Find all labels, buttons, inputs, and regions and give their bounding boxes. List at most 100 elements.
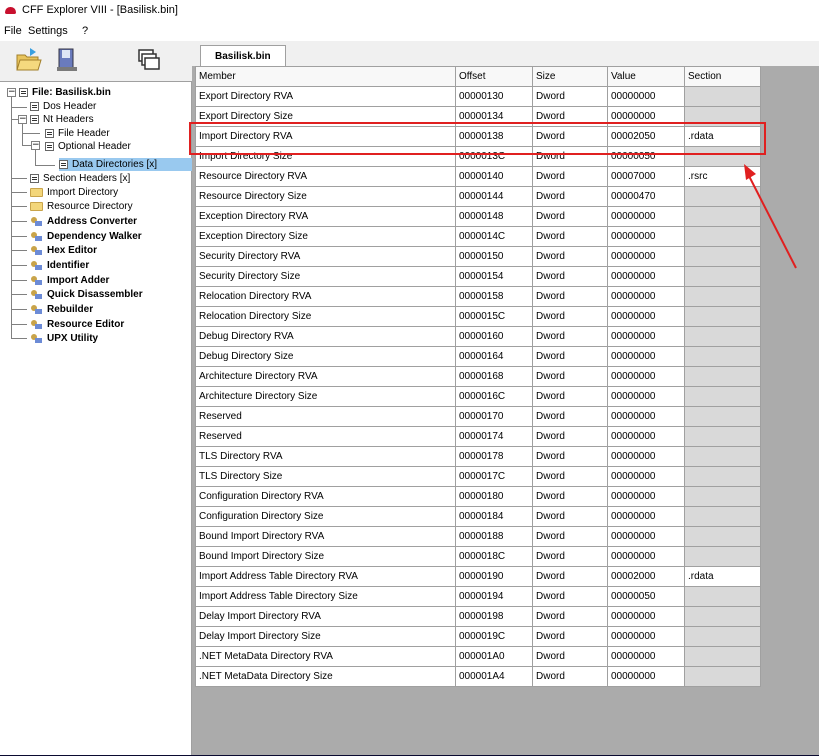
cell-value[interactable]: 00000470 bbox=[607, 186, 685, 207]
table-row[interactable]: Configuration Directory RVA 00000180 Dword… bbox=[195, 486, 761, 507]
tree-item-upx-utility[interactable]: UPX Utility bbox=[30, 332, 100, 345]
column-header-section[interactable]: Section bbox=[684, 66, 761, 87]
cell-value[interactable]: 00000050 bbox=[607, 586, 685, 607]
toolbar bbox=[0, 41, 192, 81]
table-row[interactable]: Reserved 00000170 Dword 00000000 bbox=[195, 406, 761, 427]
cell-value[interactable]: 00000000 bbox=[607, 286, 685, 307]
table-row[interactable]: Resource Directory Size 00000144 Dword 0000… bbox=[195, 186, 761, 207]
tree-item-resource-editor[interactable]: Resource Editor bbox=[30, 318, 126, 331]
tree-item-file-header[interactable]: File Header bbox=[45, 127, 112, 140]
cell-value[interactable]: 00000000 bbox=[607, 606, 685, 627]
table-row[interactable]: Security Directory RVA 00000150 Dword 00000… bbox=[195, 246, 761, 267]
cell-value[interactable]: 00000000 bbox=[607, 626, 685, 647]
collapse-icon[interactable]: − bbox=[7, 88, 16, 97]
table-row[interactable]: Architecture Directory RVA 00000168 Dword 0… bbox=[195, 366, 761, 387]
table-row[interactable]: TLS Directory RVA 00000178 Dword 00000000 bbox=[195, 446, 761, 467]
cell-value[interactable]: 00000000 bbox=[607, 466, 685, 487]
table-row[interactable]: Delay Import Directory RVA 00000198 Dword 0… bbox=[195, 606, 761, 627]
cell-value[interactable]: 00000000 bbox=[607, 426, 685, 447]
cell-offset: 00000188 bbox=[455, 526, 533, 547]
cell-value[interactable]: 00000000 bbox=[607, 506, 685, 527]
tree-item-data-directories[interactable]: Data Directories [x] bbox=[59, 158, 192, 171]
cell-section bbox=[684, 426, 761, 447]
cell-value[interactable]: 00000000 bbox=[607, 246, 685, 267]
tree-item-quick-disassembler[interactable]: Quick Disassembler bbox=[30, 288, 145, 301]
cell-offset: 00000180 bbox=[455, 486, 533, 507]
tree-item-optional-header[interactable]: Optional Header bbox=[45, 140, 133, 153]
menu-file[interactable]: File bbox=[4, 25, 22, 37]
save-icon[interactable] bbox=[52, 45, 82, 75]
table-row[interactable]: Reserved 00000174 Dword 00000000 bbox=[195, 426, 761, 447]
collapse-icon[interactable]: − bbox=[31, 141, 40, 150]
cell-value[interactable]: 00000000 bbox=[607, 386, 685, 407]
cell-value[interactable]: 00000000 bbox=[607, 646, 685, 667]
cell-value[interactable]: 00000000 bbox=[607, 486, 685, 507]
tree-item-import-directory[interactable]: Import Directory bbox=[30, 186, 120, 199]
open-folder-icon[interactable] bbox=[14, 45, 44, 75]
cell-value[interactable]: 00000000 bbox=[607, 526, 685, 547]
table-row[interactable]: Relocation Directory RVA 00000158 Dword 000… bbox=[195, 286, 761, 307]
tree-item-identifier[interactable]: Identifier bbox=[30, 259, 91, 272]
cell-value[interactable]: 00000000 bbox=[607, 546, 685, 567]
tree-item-resource-directory[interactable]: Resource Directory bbox=[30, 200, 135, 213]
table-row[interactable]: Architecture Directory Size 0000016C Dword… bbox=[195, 386, 761, 407]
cell-value[interactable]: 00000000 bbox=[607, 206, 685, 227]
cell-value[interactable]: 00000000 bbox=[607, 446, 685, 467]
cell-offset: 0000014C bbox=[455, 226, 533, 247]
tree-item-rebuilder[interactable]: Rebuilder bbox=[30, 303, 95, 316]
table-row[interactable]: Debug Directory RVA 00000160 Dword 00000000 bbox=[195, 326, 761, 347]
table-row[interactable]: Export Directory RVA 00000130 Dword 0000000… bbox=[195, 86, 761, 107]
column-header-size[interactable]: Size bbox=[532, 66, 608, 87]
tool-icon bbox=[31, 261, 42, 270]
table-row[interactable]: Security Directory Size 00000154 Dword 0000… bbox=[195, 266, 761, 287]
table-row[interactable]: Import Address Table Directory Size 00000… bbox=[195, 586, 761, 607]
tree-item-file[interactable]: File: Basilisk.bin bbox=[19, 86, 113, 99]
cell-size: Dword bbox=[532, 346, 608, 367]
column-header-offset[interactable]: Offset bbox=[455, 66, 533, 87]
cell-offset: 00000170 bbox=[455, 406, 533, 427]
tree-item-nt-headers[interactable]: Nt Headers bbox=[30, 113, 96, 126]
column-header-value[interactable]: Value bbox=[607, 66, 685, 87]
cell-value[interactable]: 00000000 bbox=[607, 406, 685, 427]
cell-size: Dword bbox=[532, 626, 608, 647]
tree-item-dependency-walker[interactable]: Dependency Walker bbox=[30, 230, 144, 243]
tree-item-dos-header[interactable]: Dos Header bbox=[30, 100, 98, 113]
tab-basilisk[interactable]: Basilisk.bin bbox=[200, 45, 286, 66]
cell-value[interactable]: 00000000 bbox=[607, 666, 685, 687]
cell-value[interactable]: 00000000 bbox=[607, 346, 685, 367]
cell-value[interactable]: 00000000 bbox=[607, 86, 685, 107]
cell-offset: 000001A4 bbox=[455, 666, 533, 687]
tree-item-section-headers[interactable]: Section Headers [x] bbox=[30, 172, 132, 185]
cell-size: Dword bbox=[532, 166, 608, 187]
table-row[interactable]: Debug Directory Size 00000164 Dword 0000000… bbox=[195, 346, 761, 367]
cell-value[interactable]: 00000000 bbox=[607, 306, 685, 327]
collapse-icon[interactable]: − bbox=[18, 115, 27, 124]
cell-size: Dword bbox=[532, 86, 608, 107]
tree-item-address-converter[interactable]: Address Converter bbox=[30, 215, 139, 228]
table-row[interactable]: Configuration Directory Size 00000184 Dwor… bbox=[195, 506, 761, 527]
cell-value[interactable]: 00007000 bbox=[607, 166, 685, 187]
cell-value[interactable]: 00000000 bbox=[607, 266, 685, 287]
table-row[interactable]: Import Address Table Directory RVA 000001… bbox=[195, 566, 761, 587]
tree-item-hex-editor[interactable]: Hex Editor bbox=[30, 244, 99, 257]
table-row[interactable]: TLS Directory Size 0000017C Dword 00000000 bbox=[195, 466, 761, 487]
windows-icon[interactable] bbox=[133, 45, 163, 75]
column-header-member[interactable]: Member bbox=[195, 66, 456, 87]
menu-settings[interactable]: Settings bbox=[28, 25, 68, 37]
cell-value[interactable]: 00002000 bbox=[607, 566, 685, 587]
table-row[interactable]: Bound Import Directory Size 0000018C Dword… bbox=[195, 546, 761, 567]
table-row[interactable]: .NET MetaData Directory Size 000001A4 Dwor… bbox=[195, 666, 761, 687]
tool-icon bbox=[31, 334, 42, 343]
table-row[interactable]: Exception Directory RVA 00000148 Dword 0000… bbox=[195, 206, 761, 227]
table-row[interactable]: Delay Import Directory Size 0000019C Dword… bbox=[195, 626, 761, 647]
table-row[interactable]: Bound Import Directory RVA 00000188 Dword 0… bbox=[195, 526, 761, 547]
cell-value[interactable]: 00000000 bbox=[607, 226, 685, 247]
table-row[interactable]: Resource Directory RVA 00000140 Dword 00007… bbox=[195, 166, 761, 187]
table-row[interactable]: .NET MetaData Directory RVA 000001A0 Dword… bbox=[195, 646, 761, 667]
cell-value[interactable]: 00000000 bbox=[607, 366, 685, 387]
table-row[interactable]: Relocation Directory Size 0000015C Dword 00… bbox=[195, 306, 761, 327]
menu-help[interactable]: ? bbox=[82, 25, 88, 37]
tree-item-import-adder[interactable]: Import Adder bbox=[30, 274, 111, 287]
table-row[interactable]: Exception Directory Size 0000014C Dword 000… bbox=[195, 226, 761, 247]
cell-value[interactable]: 00000000 bbox=[607, 326, 685, 347]
